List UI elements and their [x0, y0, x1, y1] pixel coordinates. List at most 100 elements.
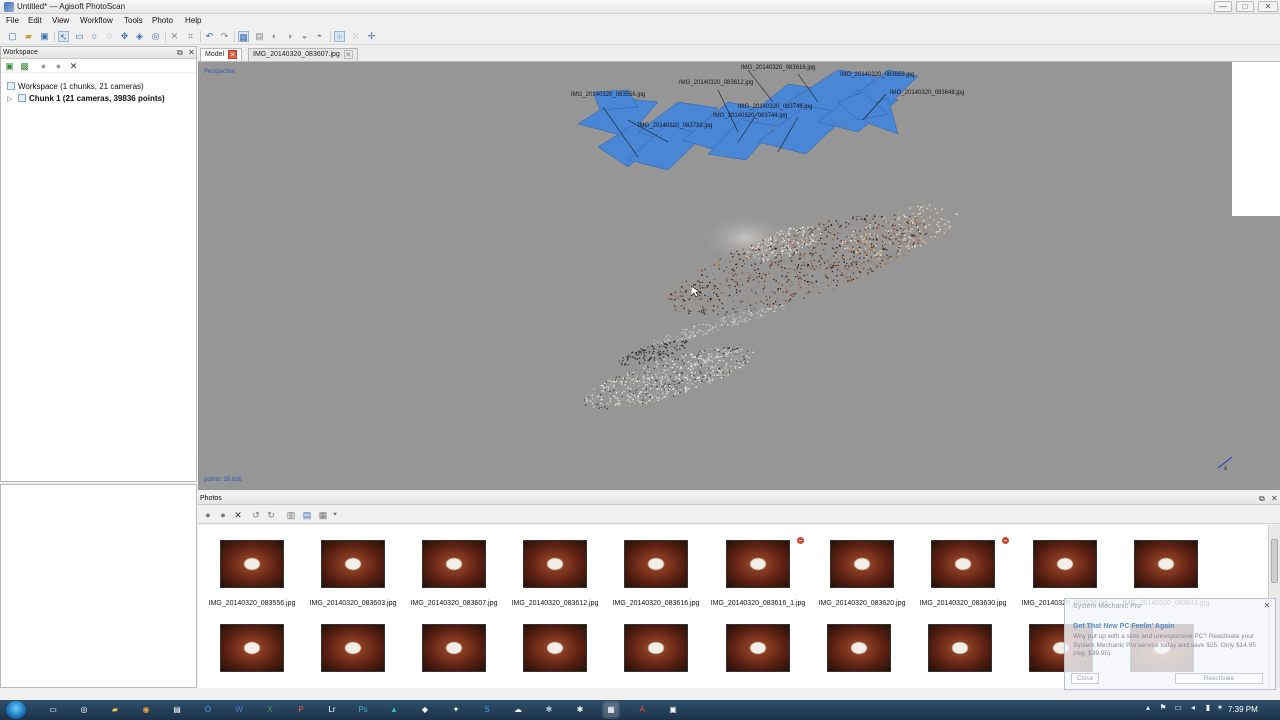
battery-icon[interactable]: ▮ — [1203, 703, 1213, 713]
enable-icon[interactable]: ● — [38, 61, 49, 72]
view-front-icon[interactable]: ◐ — [269, 31, 280, 42]
app-tray-icon[interactable]: ✶ — [1215, 703, 1225, 713]
delete-selection-icon[interactable]: ✕ — [169, 31, 180, 42]
powerpoint-icon[interactable]: P — [294, 703, 308, 717]
menu-file[interactable]: File — [6, 16, 19, 25]
view-top-icon[interactable]: ◒ — [299, 31, 310, 42]
workspace-icon — [7, 82, 15, 90]
app-icon[interactable]: ▣ — [666, 703, 680, 717]
excel-icon[interactable]: X — [263, 703, 277, 717]
app-icon[interactable]: Lr — [325, 703, 339, 717]
shaded-model-icon[interactable]: ✢ — [366, 31, 377, 42]
circle-selection-icon[interactable]: ○ — [89, 31, 100, 42]
remove-items-icon[interactable]: ✕ — [68, 61, 79, 72]
photos-toolbar: ● ● ✕ ↺ ↻ ▥ ▤ ▦ ▼ — [198, 506, 1280, 524]
chunk-1-item[interactable]: Chunk 1 (21 cameras, 39836 points) — [18, 94, 165, 103]
enable-cameras-icon[interactable]: ● — [203, 510, 213, 520]
close-tab-icon[interactable]: ✕ — [228, 50, 238, 59]
menu-tools[interactable]: Tools — [124, 16, 143, 25]
menu-view[interactable]: View — [52, 16, 69, 25]
file-explorer-icon[interactable]: ▰ — [108, 703, 122, 717]
media-player-icon[interactable]: ◎ — [77, 703, 91, 717]
skype-icon[interactable]: S — [480, 703, 494, 717]
new-document-icon[interactable]: ▢ — [7, 31, 18, 42]
popup-reactivate-button[interactable]: Reactivate — [1175, 673, 1263, 684]
remove-cameras-icon[interactable]: ✕ — [233, 510, 243, 520]
outlook-icon[interactable]: O — [201, 703, 215, 717]
app-icon[interactable]: ✦ — [449, 703, 463, 717]
properties-panel — [0, 484, 197, 688]
taskbar-clock[interactable]: 7:39 PM — [1228, 705, 1258, 714]
acrobat-icon[interactable]: A — [635, 703, 649, 717]
view-side-icon[interactable]: ◑ — [284, 31, 295, 42]
word-icon[interactable]: W — [232, 703, 246, 717]
scrollbar-thumb[interactable] — [1271, 539, 1278, 583]
close-panel-icon[interactable]: ✕ — [188, 47, 195, 59]
dense-cloud-icon[interactable]: ⁙ — [350, 31, 361, 42]
chevron-right-icon[interactable]: ▷ — [7, 95, 12, 103]
chevron-down-icon[interactable]: ▼ — [330, 510, 340, 520]
view-mode-icon[interactable]: ▦ — [318, 510, 328, 520]
minimize-button[interactable]: — — [1214, 1, 1232, 12]
app-icon[interactable]: ☁ — [511, 703, 525, 717]
popup-close-button[interactable]: Close — [1071, 673, 1099, 684]
app-icon[interactable]: ◆ — [418, 703, 432, 717]
filter-by-selection-icon[interactable]: ▤ — [302, 510, 312, 520]
disable-cameras-icon[interactable]: ● — [218, 510, 228, 520]
resize-region-icon[interactable]: ◈ — [134, 31, 145, 42]
maximize-button[interactable]: □ — [1236, 1, 1254, 12]
add-photos-icon[interactable]: ▩ — [19, 61, 30, 72]
model-viewport[interactable]: Perspective IMG_20140320_083616.jpg IMG_… — [198, 62, 1232, 490]
float-panel-icon[interactable]: ⧉ — [177, 47, 183, 59]
menu-help[interactable]: Help — [185, 16, 201, 25]
show-grid-icon[interactable]: ▤ — [254, 31, 265, 42]
save-icon[interactable]: ▣ — [39, 31, 50, 42]
app-icon[interactable]: ❄ — [542, 703, 556, 717]
disable-icon[interactable]: ● — [53, 61, 64, 72]
popup-close-icon[interactable]: ✕ — [1262, 601, 1272, 611]
app-icon[interactable]: Ps — [356, 703, 370, 717]
menu-bar: File Edit View Workflow Tools Photo Help — [0, 14, 1280, 28]
close-tab-icon[interactable]: ✕ — [343, 50, 353, 59]
redo-icon[interactable]: ↷ — [219, 31, 230, 42]
tab-model[interactable]: Model ✕ — [200, 48, 243, 61]
menu-edit[interactable]: Edit — [28, 16, 42, 25]
volume-icon[interactable]: ◂ — [1188, 703, 1198, 713]
network-icon[interactable]: ▭ — [1173, 703, 1183, 713]
navigation-mode-icon[interactable]: ↖ — [58, 31, 69, 42]
show-cameras-icon[interactable]: ▦ — [238, 31, 249, 42]
app-icon[interactable]: ✱ — [573, 703, 587, 717]
app-icon[interactable]: ▤ — [170, 703, 184, 717]
add-chunk-icon[interactable]: ▣ — [4, 61, 15, 72]
undo-icon[interactable]: ↶ — [204, 31, 215, 42]
close-button[interactable]: ✕ — [1258, 1, 1278, 12]
view-reset-icon[interactable]: ◓ — [314, 31, 325, 42]
point-cloud-icon[interactable]: ⁘ — [334, 31, 345, 42]
rotate-right-icon[interactable]: ↻ — [266, 510, 276, 520]
window-title: Untitled* — Agisoft PhotoScan — [17, 2, 126, 11]
app-icon[interactable]: ▲ — [387, 703, 401, 717]
workspace-toolbar: ▣ ▩ ● ● ✕ — [1, 59, 196, 73]
rectangle-selection-icon[interactable]: ▭ — [74, 31, 85, 42]
close-panel-icon[interactable]: ✕ — [1271, 493, 1278, 505]
flag-icon[interactable]: ⚑ — [1158, 703, 1168, 713]
photoscan-taskbar-icon[interactable]: ▦ — [604, 703, 618, 717]
workspace-root-item[interactable]: Workspace (1 chunks, 21 cameras) — [7, 82, 144, 91]
photos-panel-title: Photos — [200, 495, 222, 502]
rotate-left-icon[interactable]: ↺ — [251, 510, 261, 520]
show-desktop-icon[interactable]: ▭ — [46, 703, 60, 717]
open-folder-icon[interactable]: ▰ — [23, 31, 34, 42]
reset-filter-icon[interactable]: ▥ — [286, 510, 296, 520]
rotate-region-icon[interactable]: ◎ — [150, 31, 161, 42]
crop-selection-icon[interactable]: ⌗ — [185, 31, 196, 42]
tab-photo[interactable]: IMG_20140320_083607.jpg ✕ — [248, 48, 358, 61]
move-region-icon[interactable]: ✥ — [119, 31, 130, 42]
chrome-icon[interactable]: ◉ — [139, 703, 153, 717]
float-panel-icon[interactable]: ⧉ — [1259, 493, 1265, 505]
start-button[interactable] — [6, 701, 26, 719]
workspace-panel-title: Workspace — [3, 49, 38, 56]
free-form-selection-icon[interactable]: ◌ — [104, 31, 115, 42]
menu-workflow[interactable]: Workflow — [80, 16, 113, 25]
tray-expand-icon[interactable]: ▴ — [1143, 703, 1153, 713]
menu-photo[interactable]: Photo — [152, 16, 173, 25]
